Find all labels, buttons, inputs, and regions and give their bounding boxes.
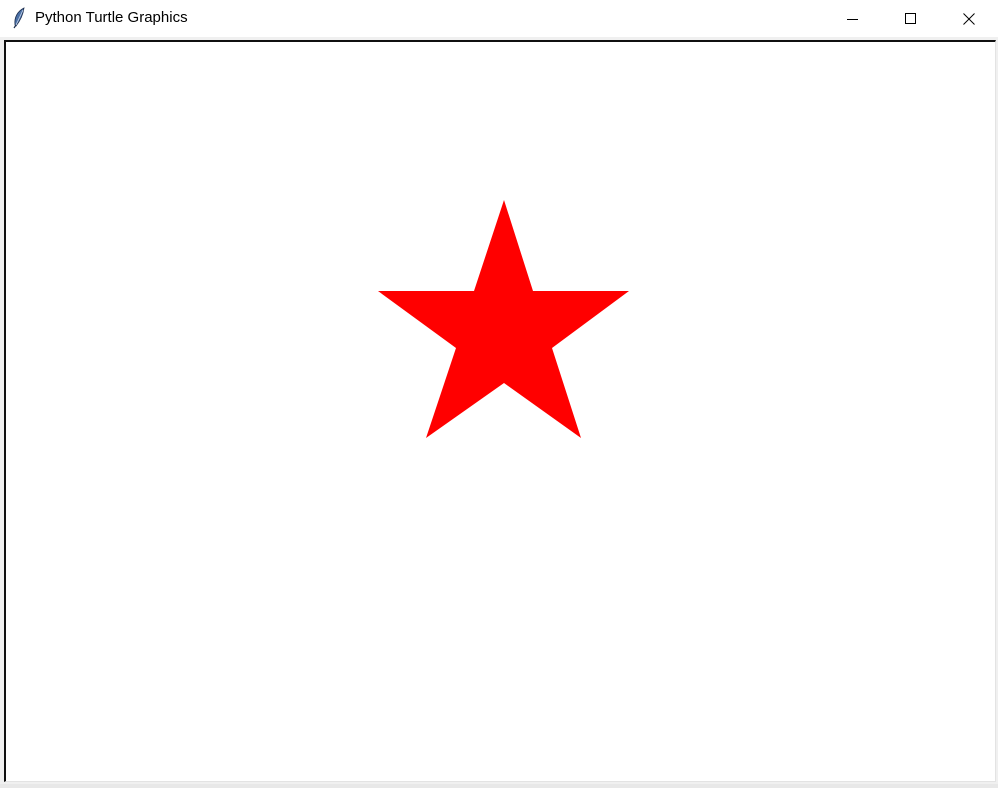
maximize-button[interactable] — [882, 0, 940, 37]
turtle-canvas[interactable] — [6, 42, 995, 781]
minimize-icon — [847, 13, 859, 25]
window-bottom-edge — [0, 784, 998, 788]
title-bar[interactable]: Python Turtle Graphics — [0, 0, 998, 37]
red-star — [378, 200, 629, 438]
window-title: Python Turtle Graphics — [35, 9, 188, 26]
canvas-frame — [4, 40, 996, 782]
turtle-window: Python Turtle Graphics — [0, 0, 998, 788]
close-button[interactable] — [940, 0, 998, 37]
minimize-button[interactable] — [824, 0, 882, 37]
feather-icon — [11, 7, 27, 29]
maximize-icon — [905, 12, 917, 25]
close-icon — [963, 12, 975, 25]
